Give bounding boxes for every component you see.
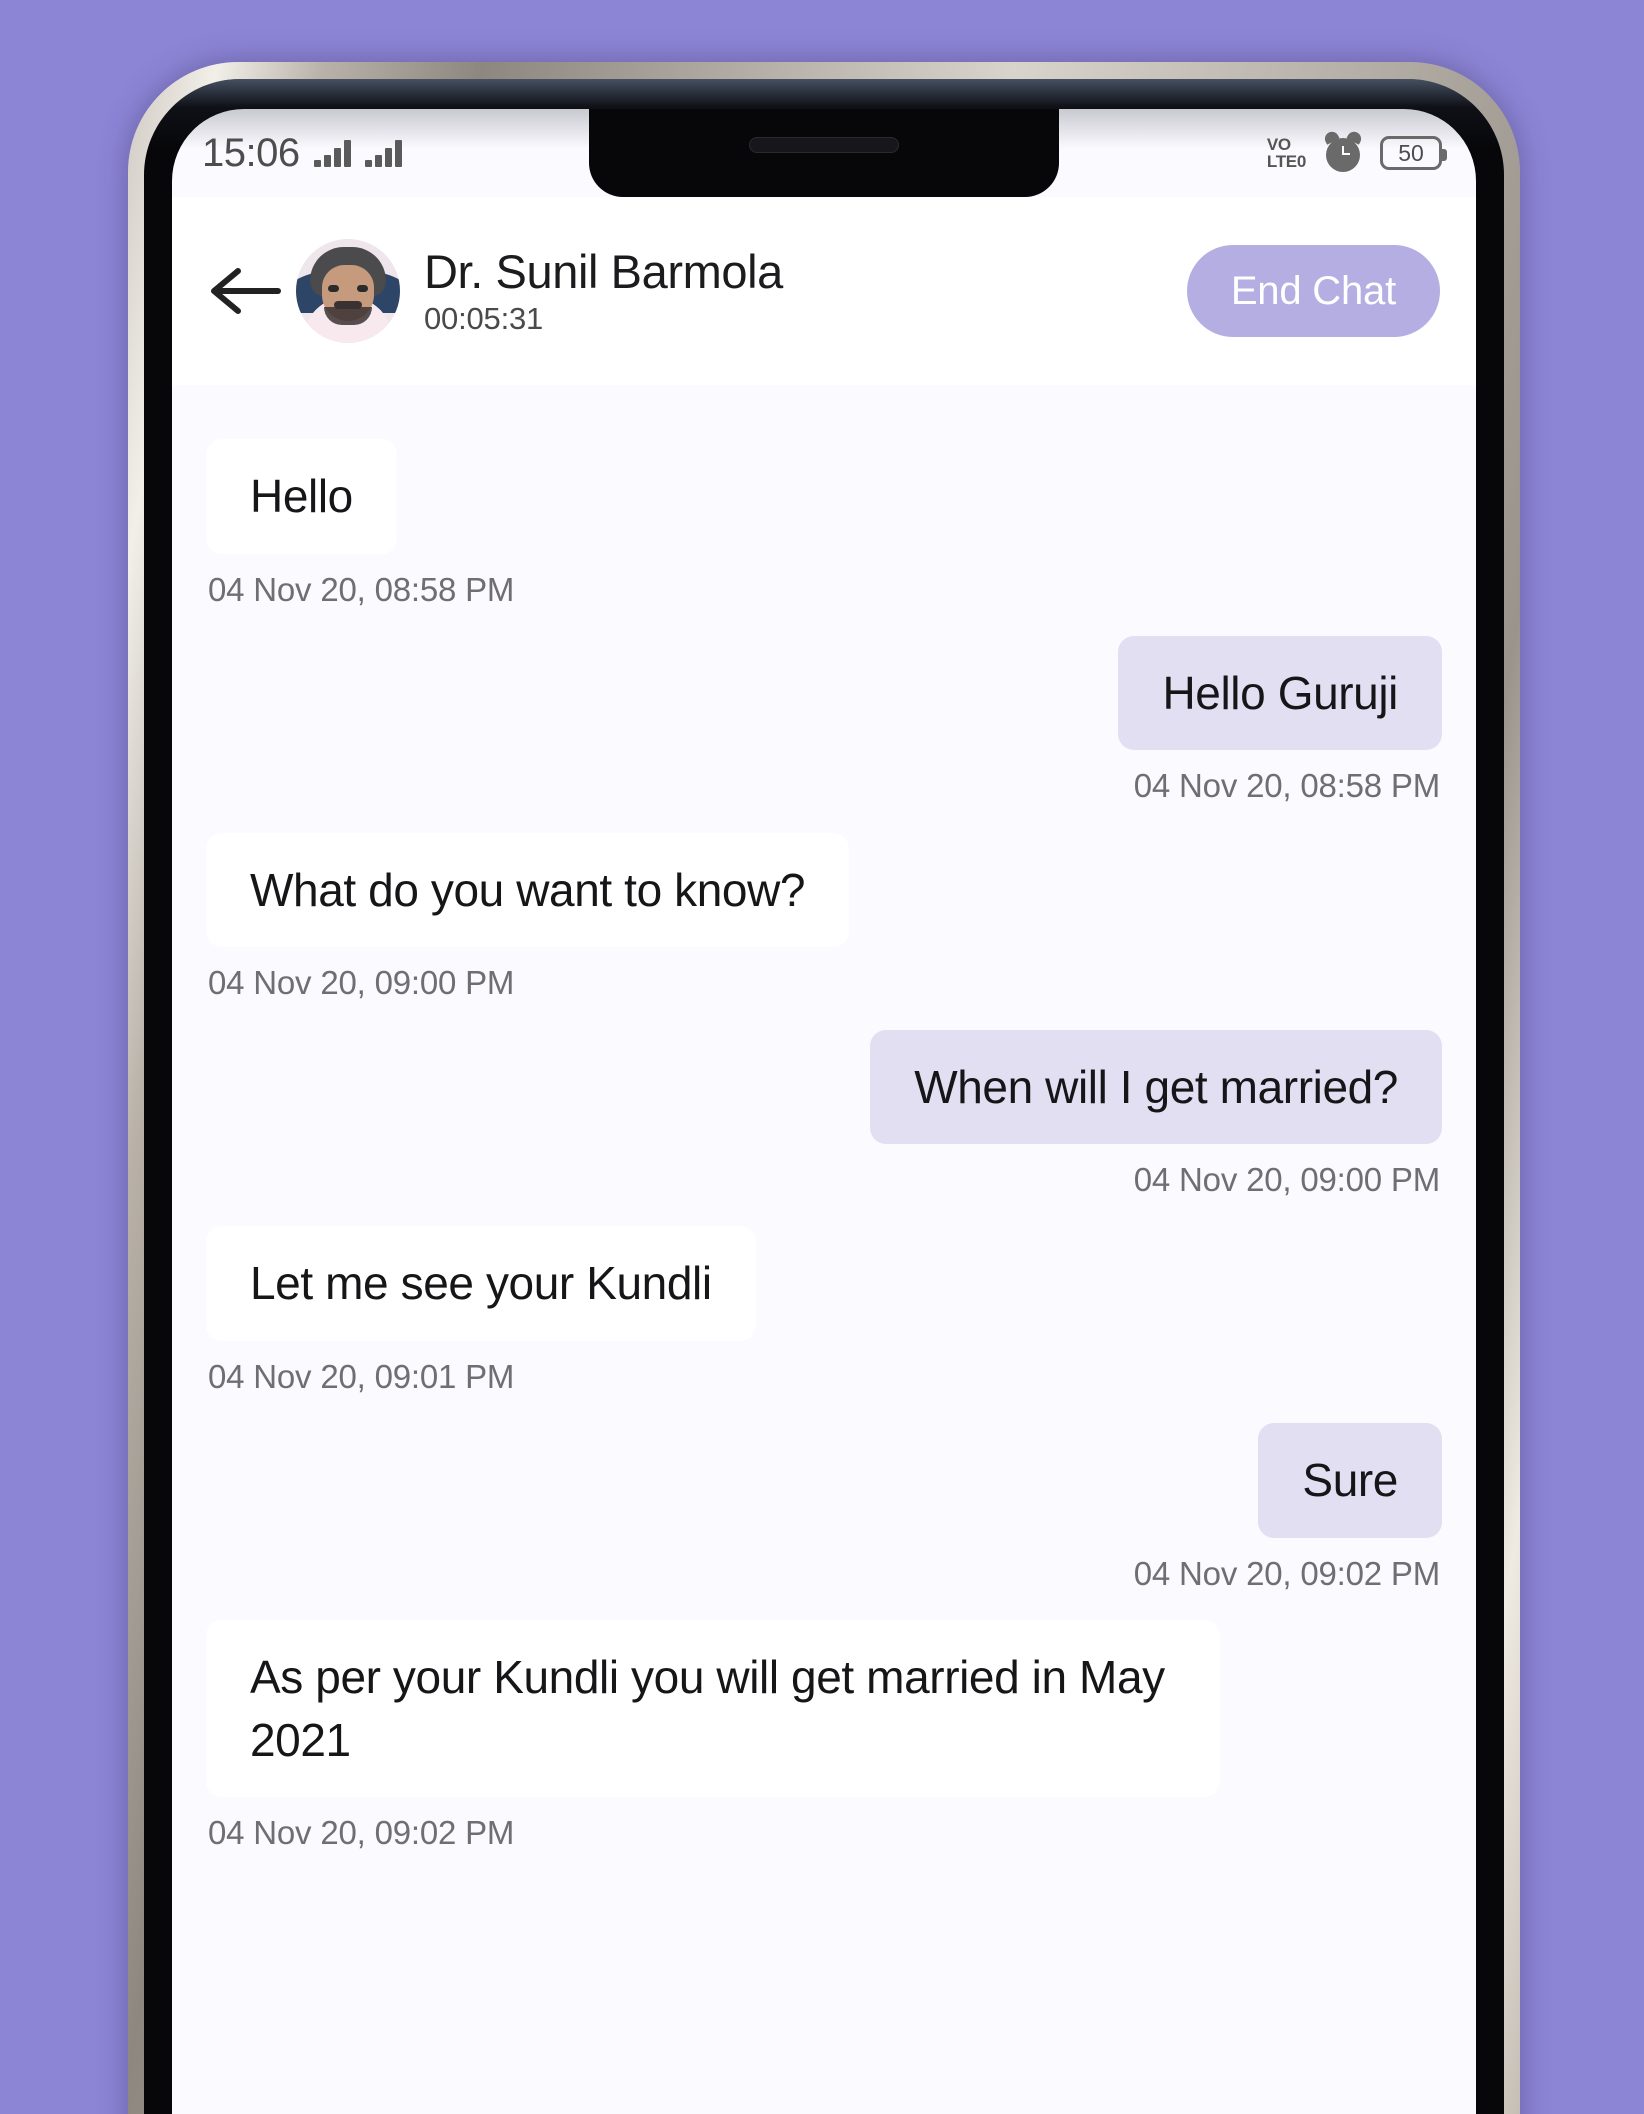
chat-message-right: Sure 04 Nov 20, 09:02 PM <box>206 1423 1442 1606</box>
earpiece-speaker-icon <box>749 137 899 153</box>
phone-device-frame: 15:06 VO LTE0 50 Dr. Sunil Barmola 00:05… <box>128 62 1520 2114</box>
status-bar-left: 15:06 <box>202 133 402 173</box>
avatar[interactable] <box>296 239 400 343</box>
chat-header: Dr. Sunil Barmola 00:05:31 End Chat <box>172 197 1476 385</box>
volte-line-2: LTE0 <box>1266 152 1306 171</box>
chat-message-left: What do you want to know? 04 Nov 20, 09:0… <box>206 832 1442 1016</box>
message-timestamp: 04 Nov 20, 09:00 PM <box>1133 1161 1440 1199</box>
message-timestamp: 04 Nov 20, 08:58 PM <box>208 570 515 608</box>
message-bubble[interactable]: Hello Guruji <box>1118 635 1442 751</box>
signal-bars-icon-2 <box>364 139 402 167</box>
volte-icon: VO LTE0 <box>1266 134 1306 171</box>
status-bar-right: VO LTE0 50 <box>1266 129 1447 174</box>
end-chat-button[interactable]: End Chat <box>1186 245 1440 337</box>
message-timestamp: 04 Nov 20, 09:02 PM <box>1133 1554 1440 1592</box>
message-bubble[interactable]: As per your Kundli you will get married … <box>206 1620 1220 1798</box>
message-timestamp: 04 Nov 20, 08:58 PM <box>1133 767 1440 805</box>
message-timestamp: 04 Nov 20, 09:00 PM <box>208 964 515 1002</box>
status-bar-clock: 15:06 <box>202 131 300 175</box>
chat-duration-timer: 00:05:31 <box>424 301 544 337</box>
battery-level-label: 50 <box>1398 139 1424 166</box>
battery-icon: 50 <box>1380 136 1447 170</box>
alarm-clock-icon <box>1322 129 1364 174</box>
chat-header-text: Dr. Sunil Barmola 00:05:31 <box>424 244 1187 337</box>
volte-line-1: VO <box>1266 134 1291 154</box>
chat-message-left: Hello 04 Nov 20, 08:58 PM <box>206 439 1442 622</box>
message-bubble[interactable]: What do you want to know? <box>206 832 850 948</box>
back-arrow-icon[interactable] <box>206 261 284 321</box>
chat-message-right: When will I get married? 04 Nov 20, 09:00… <box>206 1029 1442 1213</box>
chat-message-list[interactable]: Hello 04 Nov 20, 08:58 PM Hello Guruji 04 N… <box>172 385 1476 2114</box>
phone-notch <box>589 109 1059 197</box>
message-timestamp: 04 Nov 20, 09:02 PM <box>208 1814 515 1852</box>
phone-bezel: 15:06 VO LTE0 50 Dr. Sunil Barmola 00:05… <box>144 79 1504 2114</box>
message-bubble[interactable]: When will I get married? <box>870 1029 1442 1145</box>
message-bubble[interactable]: Hello <box>206 439 397 554</box>
page-title: Dr. Sunil Barmola <box>424 244 783 298</box>
chat-message-left: As per your Kundli you will get married … <box>206 1620 1442 1865</box>
chat-message-right: Hello Guruji 04 Nov 20, 08:58 PM <box>206 635 1442 819</box>
message-bubble[interactable]: Let me see your Kundli <box>206 1226 756 1341</box>
signal-bars-icon <box>313 139 351 167</box>
message-bubble[interactable]: Sure <box>1258 1423 1442 1538</box>
chat-message-left: Let me see your Kundli 04 Nov 20, 09:01 P… <box>206 1226 1442 1409</box>
phone-screen: 15:06 VO LTE0 50 Dr. Sunil Barmola 00:05… <box>172 109 1476 2114</box>
message-timestamp: 04 Nov 20, 09:01 PM <box>208 1357 515 1395</box>
